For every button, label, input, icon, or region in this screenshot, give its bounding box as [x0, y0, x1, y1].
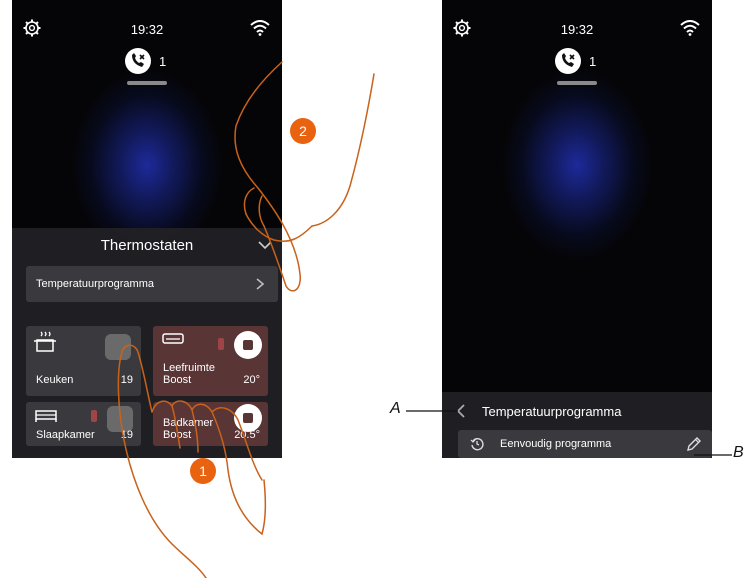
thermostat-tile-slaapkamer[interactable]: Slaapkamer 19	[26, 402, 141, 446]
thermostats-panel: Thermostaten Temperatuurprogramma Keuken…	[12, 228, 282, 458]
status-bar: 19:32	[442, 18, 712, 42]
temperature-program-row[interactable]: Temperatuurprogramma	[26, 266, 278, 302]
program-name: Eenvoudig programma	[500, 438, 612, 450]
tile-temperature: 19	[120, 374, 133, 386]
missed-call-icon	[125, 48, 151, 74]
tile-name: Slaapkamer	[36, 429, 95, 441]
tile-temperature: 20°	[243, 374, 260, 386]
device-screen-left: 19:32 1 Thermostaten Temperatuurprogramm…	[12, 0, 282, 458]
tile-temperature: 20.5°	[234, 429, 260, 441]
temperature-program-panel: Temperatuurprogramma Eenvoudig programma	[442, 392, 712, 458]
boost-indicator-icon	[218, 338, 224, 350]
label-b-leader-line	[694, 454, 732, 456]
program-item-row[interactable]: Eenvoudig programma	[458, 430, 712, 458]
missed-calls-count: 1	[159, 54, 167, 69]
stop-boost-button[interactable]	[234, 404, 262, 432]
tile-name: Keuken	[36, 374, 74, 386]
label-a-leader-line	[406, 410, 458, 412]
wifi-icon	[680, 20, 700, 36]
chevron-right-icon	[256, 278, 264, 290]
pull-handle[interactable]	[127, 81, 167, 85]
stop-boost-button[interactable]	[234, 331, 262, 359]
collapse-chevron-icon[interactable]	[258, 240, 272, 250]
missed-call-icon	[555, 48, 581, 74]
missed-calls-indicator[interactable]: 1	[442, 48, 712, 85]
boost-indicator-icon	[91, 410, 97, 422]
thermostat-tile-leefruimte[interactable]: Leefruimte Boost 20°	[153, 326, 268, 396]
device-screen-right: 19:32 1 Temperatuurprogramma Eenvoudig p…	[442, 0, 712, 458]
panel-title: Thermostaten	[100, 237, 194, 254]
row-label: Temperatuurprogramma	[36, 278, 154, 290]
clock-program-icon	[470, 438, 484, 451]
clock-time: 19:32	[560, 22, 594, 37]
cooking-pot-icon	[34, 331, 56, 352]
mode-toggle-button[interactable]	[105, 334, 131, 360]
step-marker-2: 2	[290, 118, 316, 144]
bed-icon	[35, 410, 57, 422]
missed-calls-indicator[interactable]: 1	[12, 48, 282, 85]
missed-calls-count: 1	[589, 54, 597, 69]
label-b: B	[733, 444, 744, 461]
tile-name: Badkamer Boost	[163, 417, 214, 441]
label-a: A	[390, 400, 401, 417]
status-bar: 19:32	[12, 18, 282, 42]
clock-time: 19:32	[130, 22, 164, 37]
panel-title: Temperatuurprogramma	[482, 404, 622, 419]
thermostat-tile-keuken[interactable]: Keuken 19	[26, 326, 141, 396]
tile-temperature: 19	[120, 429, 133, 441]
thermostat-tile-badkamer[interactable]: Badkamer Boost 20.5°	[153, 402, 268, 446]
wifi-icon	[250, 20, 270, 36]
sofa-icon	[162, 333, 184, 344]
step-marker-1: 1	[190, 458, 216, 484]
tile-name: Leefruimte Boost	[163, 362, 215, 386]
pull-handle[interactable]	[557, 81, 597, 85]
